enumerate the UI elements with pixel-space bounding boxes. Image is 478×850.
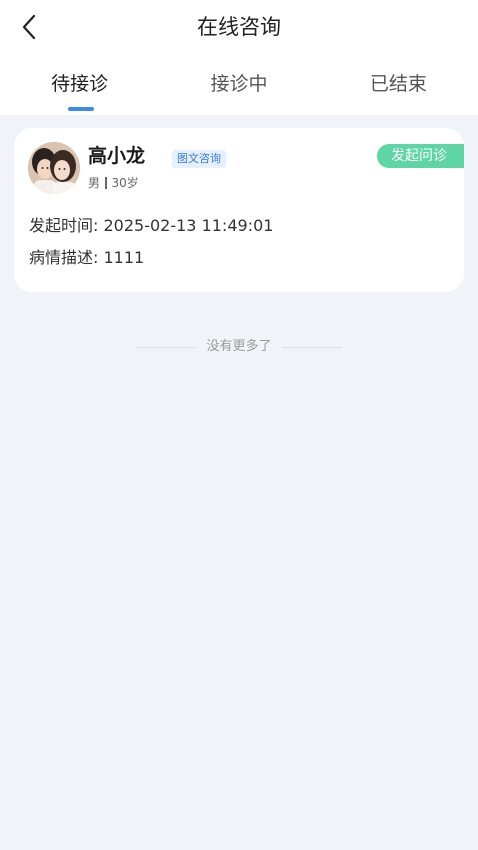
tab-finished[interactable]: 已结束 (319, 66, 478, 106)
tab-in-progress[interactable]: 接诊中 (159, 66, 318, 106)
description-value: 1111 (103, 248, 145, 267)
page-title: 在线咨询 (197, 15, 281, 39)
no-more-text: 没有更多了 (206, 339, 272, 354)
patient-gender: 男 (88, 176, 101, 190)
description-row: 病情描述: 1111 (29, 247, 144, 269)
patient-age: 30岁 (111, 176, 139, 190)
consultation-type-badge: 图文咨询 (172, 150, 226, 168)
consultation-card[interactable]: 高小龙 图文咨询 男 30岁 发起问诊 发起时间: 2025-02-13 11:… (14, 128, 464, 292)
patient-meta: 男 30岁 (88, 175, 139, 191)
meta-divider (105, 177, 107, 189)
tab-pending[interactable]: 待接诊 (0, 66, 159, 106)
avatar (28, 142, 80, 194)
start-time-row: 发起时间: 2025-02-13 11:49:01 (29, 215, 273, 237)
tab-bar: 待接诊 接诊中 已结束 (0, 66, 478, 106)
divider-left (136, 346, 197, 348)
header: 在线咨询 待接诊 接诊中 已结束 (0, 0, 478, 115)
start-time-value: 2025-02-13 11:49:01 (103, 216, 274, 235)
active-tab-indicator (68, 107, 94, 111)
start-time-label: 发起时间: (29, 216, 99, 235)
start-consultation-button[interactable]: 发起问诊 (377, 144, 464, 168)
divider-right (281, 346, 342, 348)
list-end-indicator: 没有更多了 (0, 336, 478, 358)
description-label: 病情描述: (29, 248, 99, 267)
patient-name: 高小龙 (88, 145, 146, 167)
